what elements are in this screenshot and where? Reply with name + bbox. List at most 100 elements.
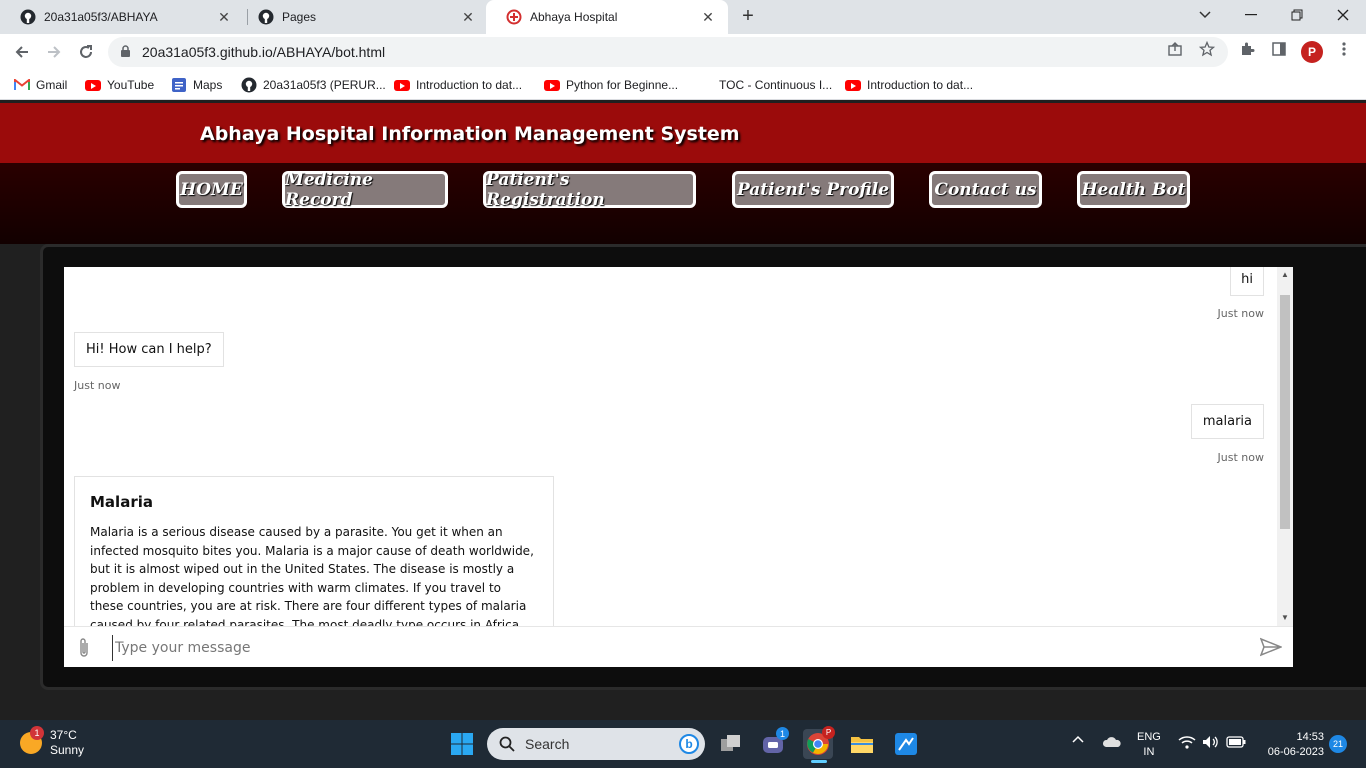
message-text: malaria [1202,414,1252,429]
hospital-icon [506,9,522,25]
maps-icon [171,77,187,93]
address-bar[interactable]: 20a31a05f3.github.io/ABHAYA/bot.html [108,37,1228,67]
message-time: Just now [74,379,121,392]
chrome-profile-badge: P [822,726,835,739]
bing-icon: b [679,734,699,754]
tab-search-button[interactable] [1182,0,1228,30]
bot-info-card: Malaria Malaria is a serious disease cau… [74,476,554,626]
language-indicator[interactable]: ENG IN [1137,730,1161,760]
app-icon[interactable] [891,729,921,759]
gmail-icon [14,77,30,93]
user-message: malaria [1190,404,1264,439]
message-input[interactable] [112,635,1252,661]
time: 14:53 [1296,731,1324,743]
bookmark-label: Python for Beginne... [566,78,679,92]
forward-button[interactable] [42,40,66,64]
teams-chat-icon[interactable]: 1 [758,727,789,759]
user-message: hi [1230,267,1264,296]
bookmark-label: TOC - Continuous I... [719,78,833,92]
reload-button[interactable] [74,40,98,64]
scroll-up-arrow-icon[interactable]: ▲ [1281,270,1289,279]
tab-pages[interactable]: Pages ✕ [238,0,488,34]
onedrive-icon[interactable] [1102,736,1122,751]
nav-health-bot[interactable]: Health Bot [1077,171,1190,208]
bookmark-star-icon[interactable] [1198,40,1216,58]
active-indicator [811,760,827,763]
restore-button[interactable] [1274,0,1320,30]
bookmark-gmail[interactable]: Gmail [14,76,67,94]
bookmarks-bar: Gmail YouTube Maps 20a31a05f3 (PERUR... … [0,70,1366,100]
menu-kebab-icon[interactable] [1335,40,1353,58]
site-title: Abhaya Hospital Information Management S… [200,123,740,145]
chat-message-list[interactable]: hi Just now Hi! How can I help? Just now… [64,267,1277,626]
side-panel-icon[interactable] [1270,40,1288,58]
chevron-up-icon[interactable] [1071,734,1085,747]
browser-toolbar: 20a31a05f3.github.io/ABHAYA/bot.html P [0,34,1366,70]
sun-icon: 1 [20,726,44,754]
bookmark-youtube[interactable]: YouTube [85,76,154,94]
close-window-button[interactable] [1320,0,1366,30]
close-icon[interactable]: ✕ [700,9,716,25]
lock-icon [120,45,131,63]
message-time: Just now [1217,451,1264,464]
weather-badge: 1 [30,726,44,740]
nav-medicine-record[interactable]: Medicine Record [282,170,448,210]
search-icon [499,736,515,752]
bookmark-maps[interactable]: Maps [171,76,222,94]
share-icon[interactable] [1166,40,1184,58]
chrome-icon[interactable]: P [803,726,835,763]
tab-abhaya-hospital[interactable]: Abhaya Hospital ✕ [486,0,728,34]
weather-condition: Sunny [50,743,85,757]
file-explorer-icon[interactable] [847,729,877,759]
bookmark-label: YouTube [107,78,155,92]
paperclip-icon[interactable] [76,637,92,664]
task-view-icon[interactable] [716,729,746,759]
card-body: Malaria is a serious disease caused by a… [90,525,534,626]
github-icon [258,9,274,25]
message-text: Hi! How can I help? [86,342,212,357]
chat-scrollbar[interactable]: ▲ ▼ [1277,267,1293,626]
bookmark-python-beginners[interactable]: Python for Beginne... [544,76,678,94]
weather-widget[interactable]: 1 37°C Sunny [20,726,85,758]
search-label: Search [525,736,570,752]
taskbar-search[interactable]: Search b [487,728,705,760]
message-text: hi [1241,272,1253,287]
tab-github-repo[interactable]: 20a31a05f3/ABHAYA ✕ [0,0,244,34]
nav-contact-us[interactable]: Contact us [929,171,1042,208]
wifi-icon[interactable] [1178,735,1196,752]
youtube-icon [544,77,560,93]
nav-patient-registration[interactable]: Patient's Registration [483,170,696,210]
clock[interactable]: 14:53 06-06-2023 [1256,730,1324,760]
bookmark-github-perur[interactable]: 20a31a05f3 (PERUR... [241,76,386,94]
url-text: 20a31a05f3.github.io/ABHAYA/bot.html [142,44,386,60]
github-icon [241,77,257,93]
youtube-icon [394,77,410,93]
nav-home[interactable]: HOME [176,171,247,208]
site-nav: HOME Medicine Record Patient's Registrat… [0,163,1366,244]
extensions-icon[interactable] [1238,40,1256,58]
battery-icon[interactable] [1226,736,1246,751]
site-header: Abhaya Hospital Information Management S… [0,103,1366,163]
volume-icon[interactable] [1202,735,1220,752]
scroll-down-arrow-icon[interactable]: ▼ [1281,613,1289,622]
new-tab-button[interactable]: + [737,5,759,27]
windows-start-icon[interactable] [447,729,477,759]
bookmark-toc[interactable]: TOC - Continuous I... [719,76,832,94]
nav-patient-profile[interactable]: Patient's Profile [732,171,894,208]
bookmark-intro-data-1[interactable]: Introduction to dat... [394,76,522,94]
send-icon[interactable] [1259,637,1284,662]
close-icon[interactable]: ✕ [460,9,476,25]
minimize-button[interactable] [1228,0,1274,30]
card-title: Malaria [90,493,153,511]
close-icon[interactable]: ✕ [216,9,232,25]
scrollbar-thumb[interactable] [1280,295,1290,529]
bookmark-intro-data-2[interactable]: Introduction to dat... [845,76,973,94]
profile-avatar[interactable]: P [1301,41,1323,63]
message-time: Just now [1217,307,1264,320]
windows-taskbar: 1 37°C Sunny Search b 1 P ENG IN 14:53 0… [0,720,1366,768]
date: 06-06-2023 [1267,746,1324,758]
youtube-icon [845,77,861,93]
back-button[interactable] [10,40,34,64]
notification-badge[interactable]: 21 [1329,735,1347,753]
bot-message: Hi! How can I help? [74,332,224,367]
